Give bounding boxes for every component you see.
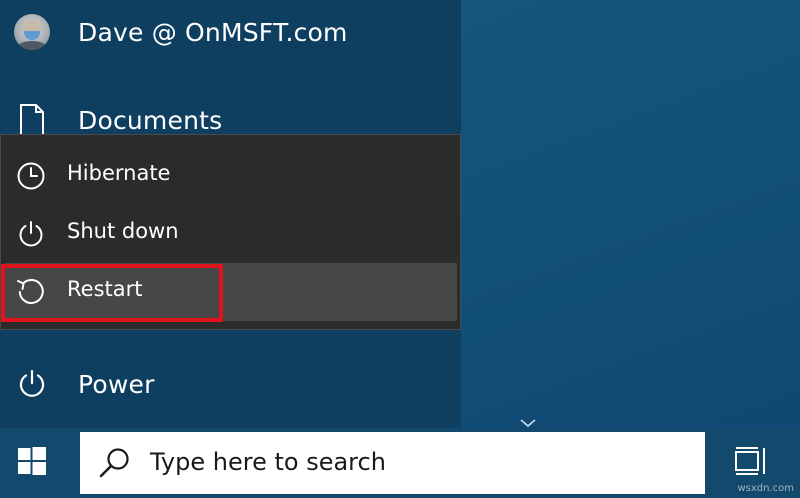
chevron-down-icon[interactable]: [518, 414, 538, 428]
hibernate-option[interactable]: Hibernate: [1, 147, 460, 205]
documents-label: Documents: [78, 105, 223, 135]
power-label: Power: [78, 369, 155, 399]
power-icon: [14, 366, 50, 402]
restart-option[interactable]: Restart: [5, 263, 457, 321]
document-icon: [14, 102, 50, 138]
clock-icon: [13, 158, 49, 194]
user-name: Dave @ OnMSFT.com: [78, 17, 348, 47]
start-button[interactable]: [0, 428, 64, 498]
shut-down-label: Shut down: [67, 219, 179, 243]
desktop-background: [461, 0, 800, 428]
search-box[interactable]: Type here to search: [80, 432, 705, 494]
windows-logo-icon: [17, 446, 47, 480]
taskbar: Type here to search wsxdn.com: [0, 428, 800, 498]
avatar: [14, 14, 50, 50]
shut-down-option[interactable]: Shut down: [1, 205, 460, 263]
search-icon: [98, 446, 132, 480]
task-view-icon: [735, 446, 769, 480]
user-account-item[interactable]: Dave @ OnMSFT.com: [0, 8, 461, 56]
restart-label: Restart: [67, 277, 143, 301]
screen: Dave @ OnMSFT.com Documents Power Hibern…: [0, 0, 800, 498]
restart-icon: [13, 274, 49, 310]
hibernate-label: Hibernate: [67, 161, 171, 185]
search-placeholder: Type here to search: [150, 448, 386, 476]
power-item[interactable]: Power: [0, 360, 461, 408]
power-icon: [13, 216, 49, 252]
watermark: wsxdn.com: [737, 483, 794, 494]
power-options-menu: Hibernate Shut down Restart: [0, 134, 461, 330]
